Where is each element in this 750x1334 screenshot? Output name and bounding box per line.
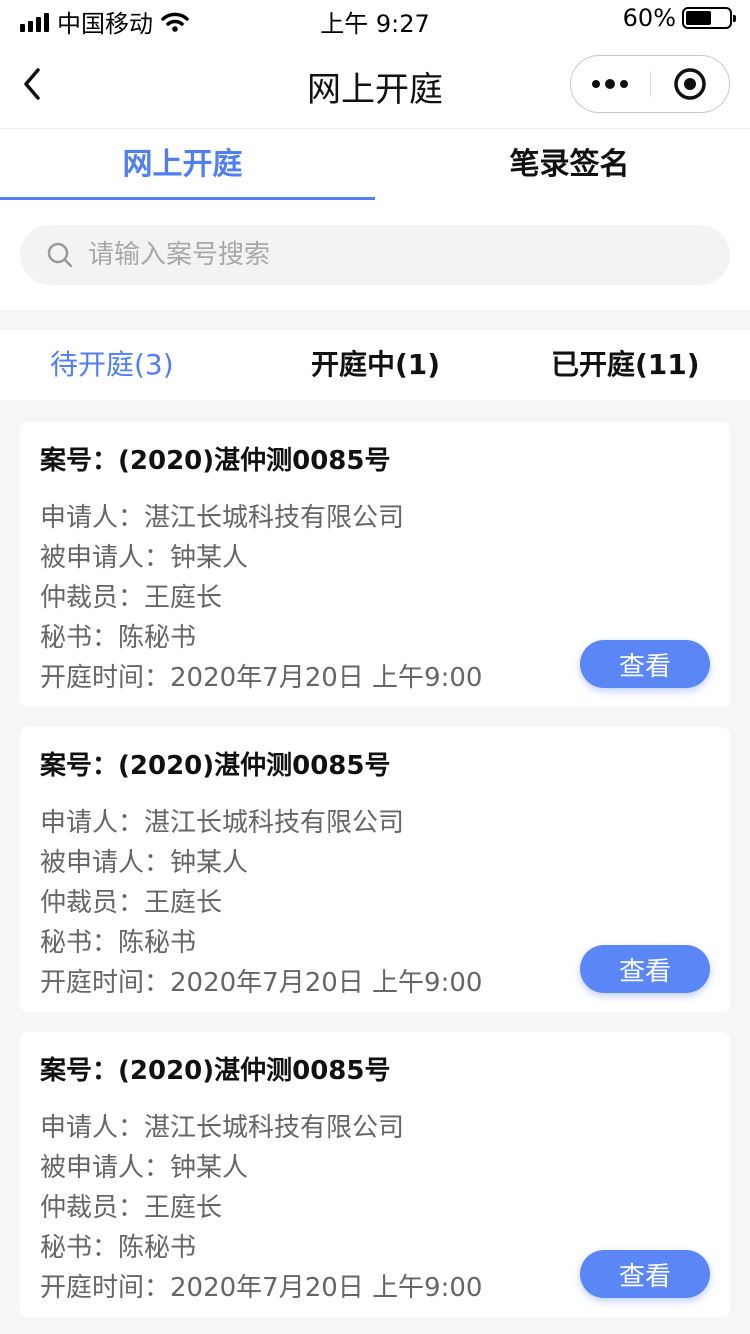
case-card: 案号：(2020)湛仲测0085号 申请人：湛江长城科技有限公司 被申请人：钟某…	[20, 422, 730, 707]
mini-program-capsule	[570, 55, 730, 113]
view-button[interactable]: 查看	[580, 640, 710, 688]
secretary: 秘书：陈秘书	[40, 1233, 197, 1263]
search-input[interactable]	[88, 240, 688, 270]
tab-completed[interactable]: 已开庭(11)	[551, 330, 700, 400]
hearing-time: 开庭时间：2020年7月20日 上午9:00	[40, 1273, 483, 1303]
tab-pending[interactable]: 待开庭(3)	[50, 330, 174, 400]
hearing-time: 开庭时间：2020年7月20日 上午9:00	[40, 968, 483, 998]
tab-record-signature[interactable]: 笔录签名	[382, 129, 750, 201]
case-number: 案号：(2020)湛仲测0085号	[40, 446, 391, 476]
more-icon	[592, 79, 629, 89]
battery-icon	[682, 7, 736, 29]
respondent: 被申请人：钟某人	[40, 543, 249, 573]
search-icon	[47, 242, 73, 268]
view-button[interactable]: 查看	[580, 1250, 710, 1298]
status-tabs: 待开庭(3) 开庭中(1) 已开庭(11)	[0, 330, 750, 400]
arbitrator: 仲裁员：王庭长	[40, 1193, 223, 1223]
case-card: 案号：(2020)湛仲测0085号 申请人：湛江长城科技有限公司 被申请人：钟某…	[20, 727, 730, 1012]
tab-in-progress[interactable]: 开庭中(1)	[311, 330, 440, 400]
search-area	[0, 200, 750, 310]
respondent: 被申请人：钟某人	[40, 848, 249, 878]
battery-fill	[686, 11, 712, 25]
hearing-time: 开庭时间：2020年7月20日 上午9:00	[40, 663, 483, 693]
arbitrator: 仲裁员：王庭长	[40, 583, 223, 613]
respondent: 被申请人：钟某人	[40, 1153, 249, 1183]
search-box[interactable]	[20, 225, 730, 285]
case-number: 案号：(2020)湛仲测0085号	[40, 1056, 391, 1086]
applicant: 申请人：湛江长城科技有限公司	[40, 808, 405, 838]
view-button[interactable]: 查看	[580, 945, 710, 993]
secretary: 秘书：陈秘书	[40, 928, 197, 958]
battery-percent: 60%	[622, 4, 676, 32]
applicant: 申请人：湛江长城科技有限公司	[40, 503, 405, 533]
secretary: 秘书：陈秘书	[40, 623, 197, 653]
applicant: 申请人：湛江长城科技有限公司	[40, 1113, 405, 1143]
close-button[interactable]	[651, 56, 730, 112]
case-card: 案号：(2020)湛仲测0085号 申请人：湛江长城科技有限公司 被申请人：钟某…	[20, 1032, 730, 1317]
more-button[interactable]	[571, 56, 650, 112]
status-right: 60%	[622, 4, 736, 32]
status-bar: 中国移动 上午 9:27 60%	[0, 0, 750, 40]
nav-bar: 网上开庭	[0, 40, 750, 128]
arbitrator: 仲裁员：王庭长	[40, 888, 223, 918]
main-tabs: 网上开庭 笔录签名	[0, 128, 750, 200]
case-number: 案号：(2020)湛仲测0085号	[40, 751, 391, 781]
tab-online-hearing[interactable]: 网上开庭	[0, 129, 370, 201]
close-icon	[674, 68, 706, 100]
